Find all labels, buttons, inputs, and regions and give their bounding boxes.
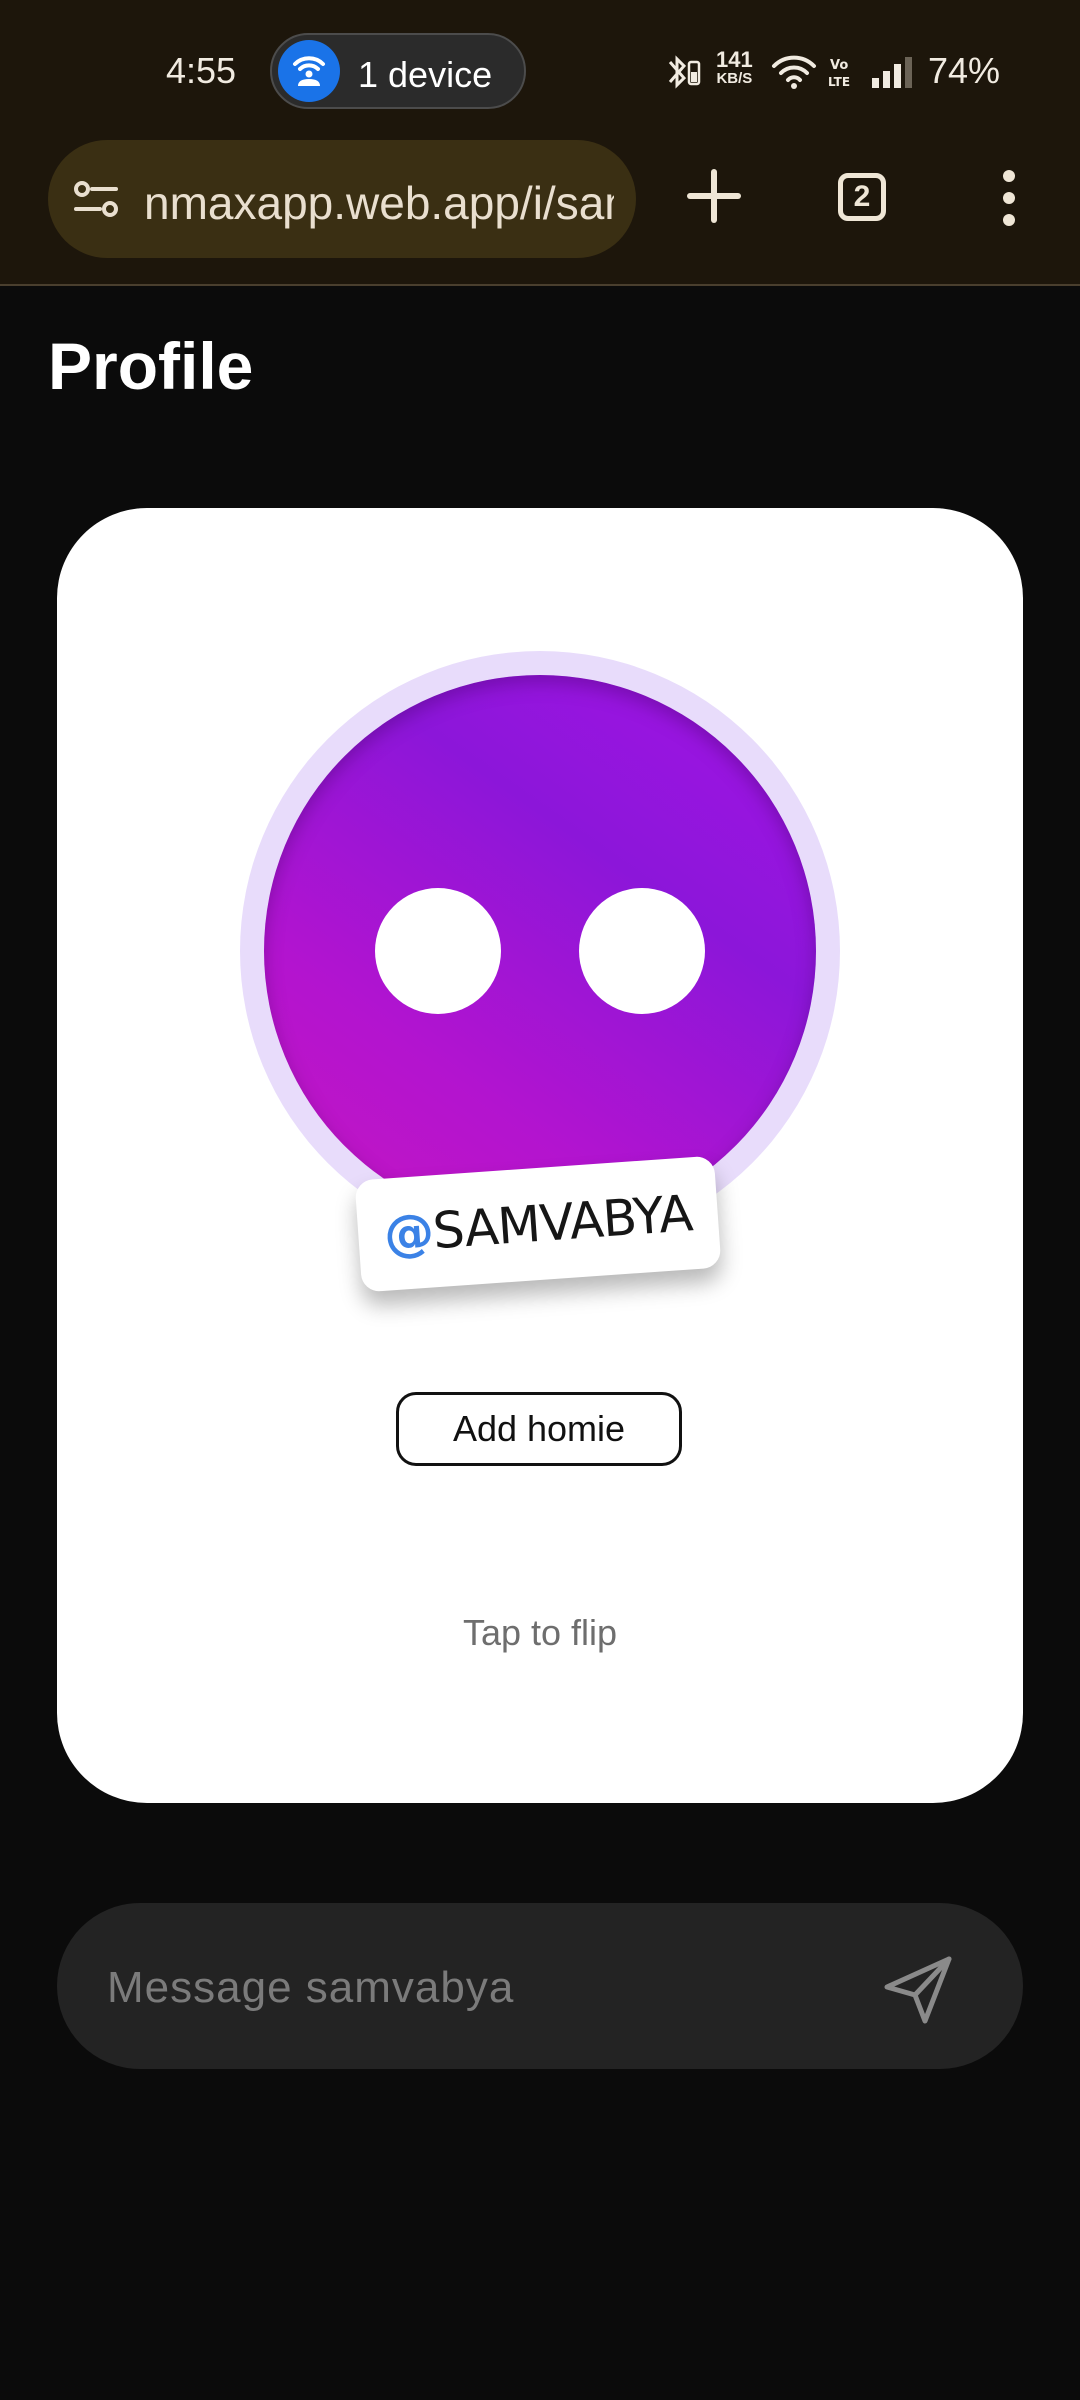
avatar-ring (240, 651, 840, 1251)
wifi-icon (772, 55, 816, 89)
battery-level: 74% (928, 50, 1001, 91)
plus-icon[interactable] (684, 166, 744, 226)
signal-icon (872, 57, 912, 88)
message-bar (57, 1903, 1023, 2069)
more-vert-icon[interactable] (994, 170, 1024, 226)
hotspot-indicator[interactable]: 1 device (270, 33, 526, 109)
url-bar[interactable]: nmaxapp.web.app/i/samvabya (48, 140, 636, 258)
volte-icon: Vo LTE (828, 58, 850, 89)
avatar-right-eye (579, 888, 705, 1014)
hotspot-label: 1 device (358, 54, 493, 95)
page-title: Profile (48, 329, 254, 403)
send-icon[interactable] (879, 1951, 957, 2029)
username-tag: @SAMVABYA (354, 1155, 722, 1293)
username-at-symbol: @ (382, 1202, 435, 1264)
username-handle: SAMVABYA (430, 1184, 694, 1261)
browser-top-bar: 4:55 1 device 141 KB/S Vo LTE 74% nmaxap… (0, 0, 1080, 286)
message-input[interactable] (105, 1959, 869, 2017)
avatar (264, 675, 816, 1227)
profile-card[interactable]: @SAMVABYA Add homie Tap to flip (57, 508, 1023, 1803)
avatar-left-eye (375, 888, 501, 1014)
tune-icon[interactable] (72, 178, 122, 222)
svg-text:LTE: LTE (828, 75, 850, 89)
add-homie-button[interactable]: Add homie (396, 1392, 682, 1466)
tabs-icon[interactable]: 2 (838, 173, 886, 221)
url-text[interactable]: nmaxapp.web.app/i/samvabya (144, 176, 614, 230)
bluetooth-battery-icon (668, 55, 701, 89)
flip-hint: Tap to flip (462, 1612, 618, 1653)
svg-text:Vo: Vo (830, 58, 848, 73)
hotspot-icon (278, 40, 340, 102)
status-time: 4:55 (166, 50, 237, 91)
net-speed: 141 KB/S (716, 47, 753, 88)
